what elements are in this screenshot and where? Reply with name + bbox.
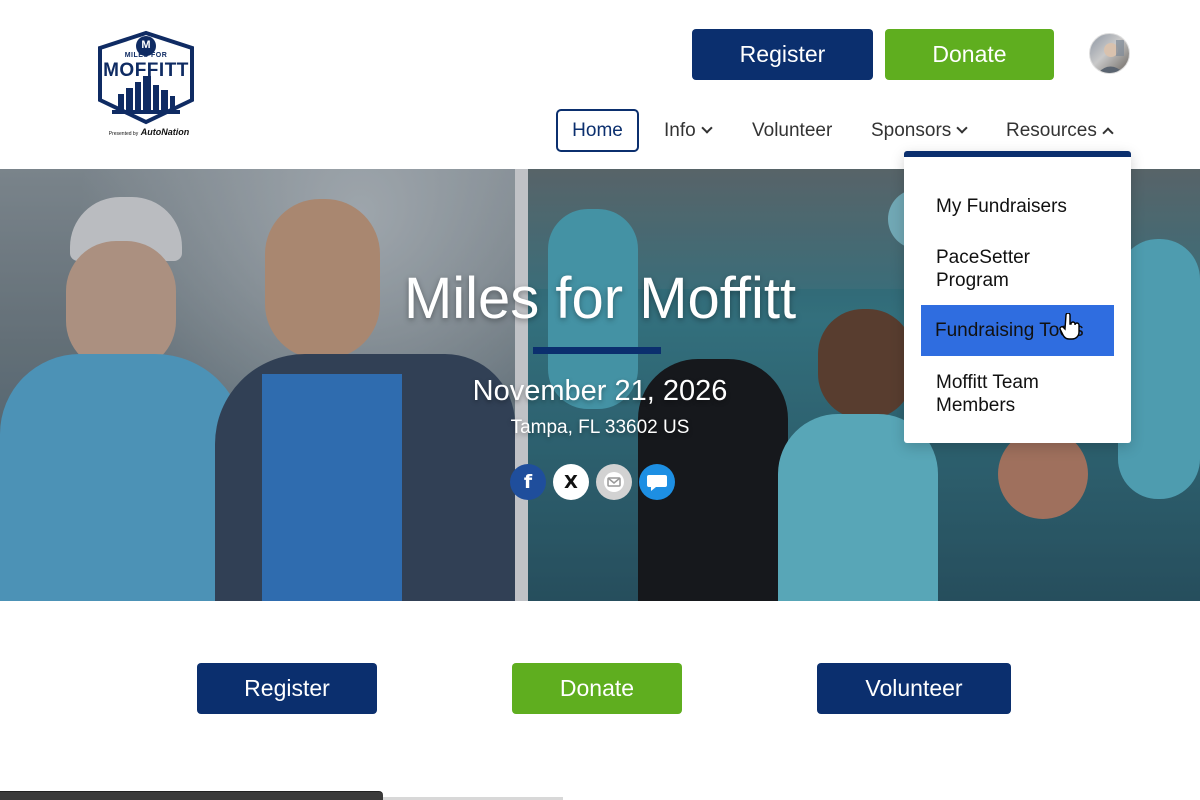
nav-home-label: Home (572, 119, 623, 141)
logo-presented-by: Presented by (108, 131, 139, 137)
logo-sponsor: AutoNation (140, 127, 190, 137)
site-logo[interactable]: M MILES FOR MOFFITT Presented by AutoNat… (84, 30, 208, 138)
browser-status-bar (0, 791, 383, 800)
menu-item-fundraising-tools[interactable]: Fundraising Tools (921, 305, 1114, 356)
nav-resources[interactable]: Resources (1006, 109, 1114, 152)
nav-info-label: Info (664, 119, 696, 141)
sms-share-button[interactable] (639, 464, 675, 500)
cta-volunteer-button[interactable]: Volunteer (817, 663, 1011, 714)
page: M MILES FOR MOFFITT Presented by AutoNat… (0, 0, 1200, 800)
logo-small-text: MILES FOR (124, 52, 168, 59)
sms-icon (647, 475, 667, 491)
facebook-icon: f (523, 471, 533, 493)
menu-item-moffitt-team-members[interactable]: Moffitt Team Members (922, 371, 1113, 417)
event-date: November 21, 2026 (472, 375, 728, 407)
facebook-share-button[interactable]: f (510, 464, 546, 500)
menu-item-pacesetter-program[interactable]: PaceSetter Program (922, 246, 1113, 292)
logo-emblem-letter: M (141, 39, 151, 51)
logo-presented: Presented by AutoNation (90, 127, 208, 137)
logo-big-text: MOFFITT (103, 60, 189, 81)
event-location: Tampa, FL 33602 US (510, 417, 690, 438)
email-share-button[interactable] (596, 464, 632, 500)
header-register-button[interactable]: Register (692, 29, 873, 80)
hero-divider-bar (533, 347, 661, 354)
email-icon (604, 472, 624, 492)
avatar-photo-icon (1097, 40, 1124, 73)
header-donate-button[interactable]: Donate (885, 29, 1054, 80)
nav-sponsors-label: Sponsors (871, 119, 952, 141)
nav-home[interactable]: Home (556, 109, 639, 152)
nav-info[interactable]: Info (664, 109, 713, 152)
x-icon: X (564, 471, 578, 493)
nav-sponsors[interactable]: Sponsors (871, 109, 968, 152)
nav-resources-label: Resources (1006, 119, 1097, 141)
menu-item-my-fundraisers[interactable]: My Fundraisers (922, 195, 1113, 218)
hero-title: Miles for Moffitt (403, 266, 797, 331)
resources-dropdown-menu: My Fundraisers PaceSetter Program Fundra… (904, 151, 1131, 443)
hand-pointer-cursor-icon (1059, 313, 1080, 340)
chevron-down-icon (701, 122, 713, 134)
nav-volunteer-label: Volunteer (752, 119, 833, 141)
chevron-up-icon (1102, 127, 1114, 139)
nav-volunteer[interactable]: Volunteer (752, 109, 832, 152)
user-avatar[interactable] (1089, 33, 1130, 74)
chevron-down-icon (956, 122, 968, 134)
cta-donate-button[interactable]: Donate (512, 663, 682, 714)
cta-register-button[interactable]: Register (197, 663, 377, 714)
x-share-button[interactable]: X (553, 464, 589, 500)
